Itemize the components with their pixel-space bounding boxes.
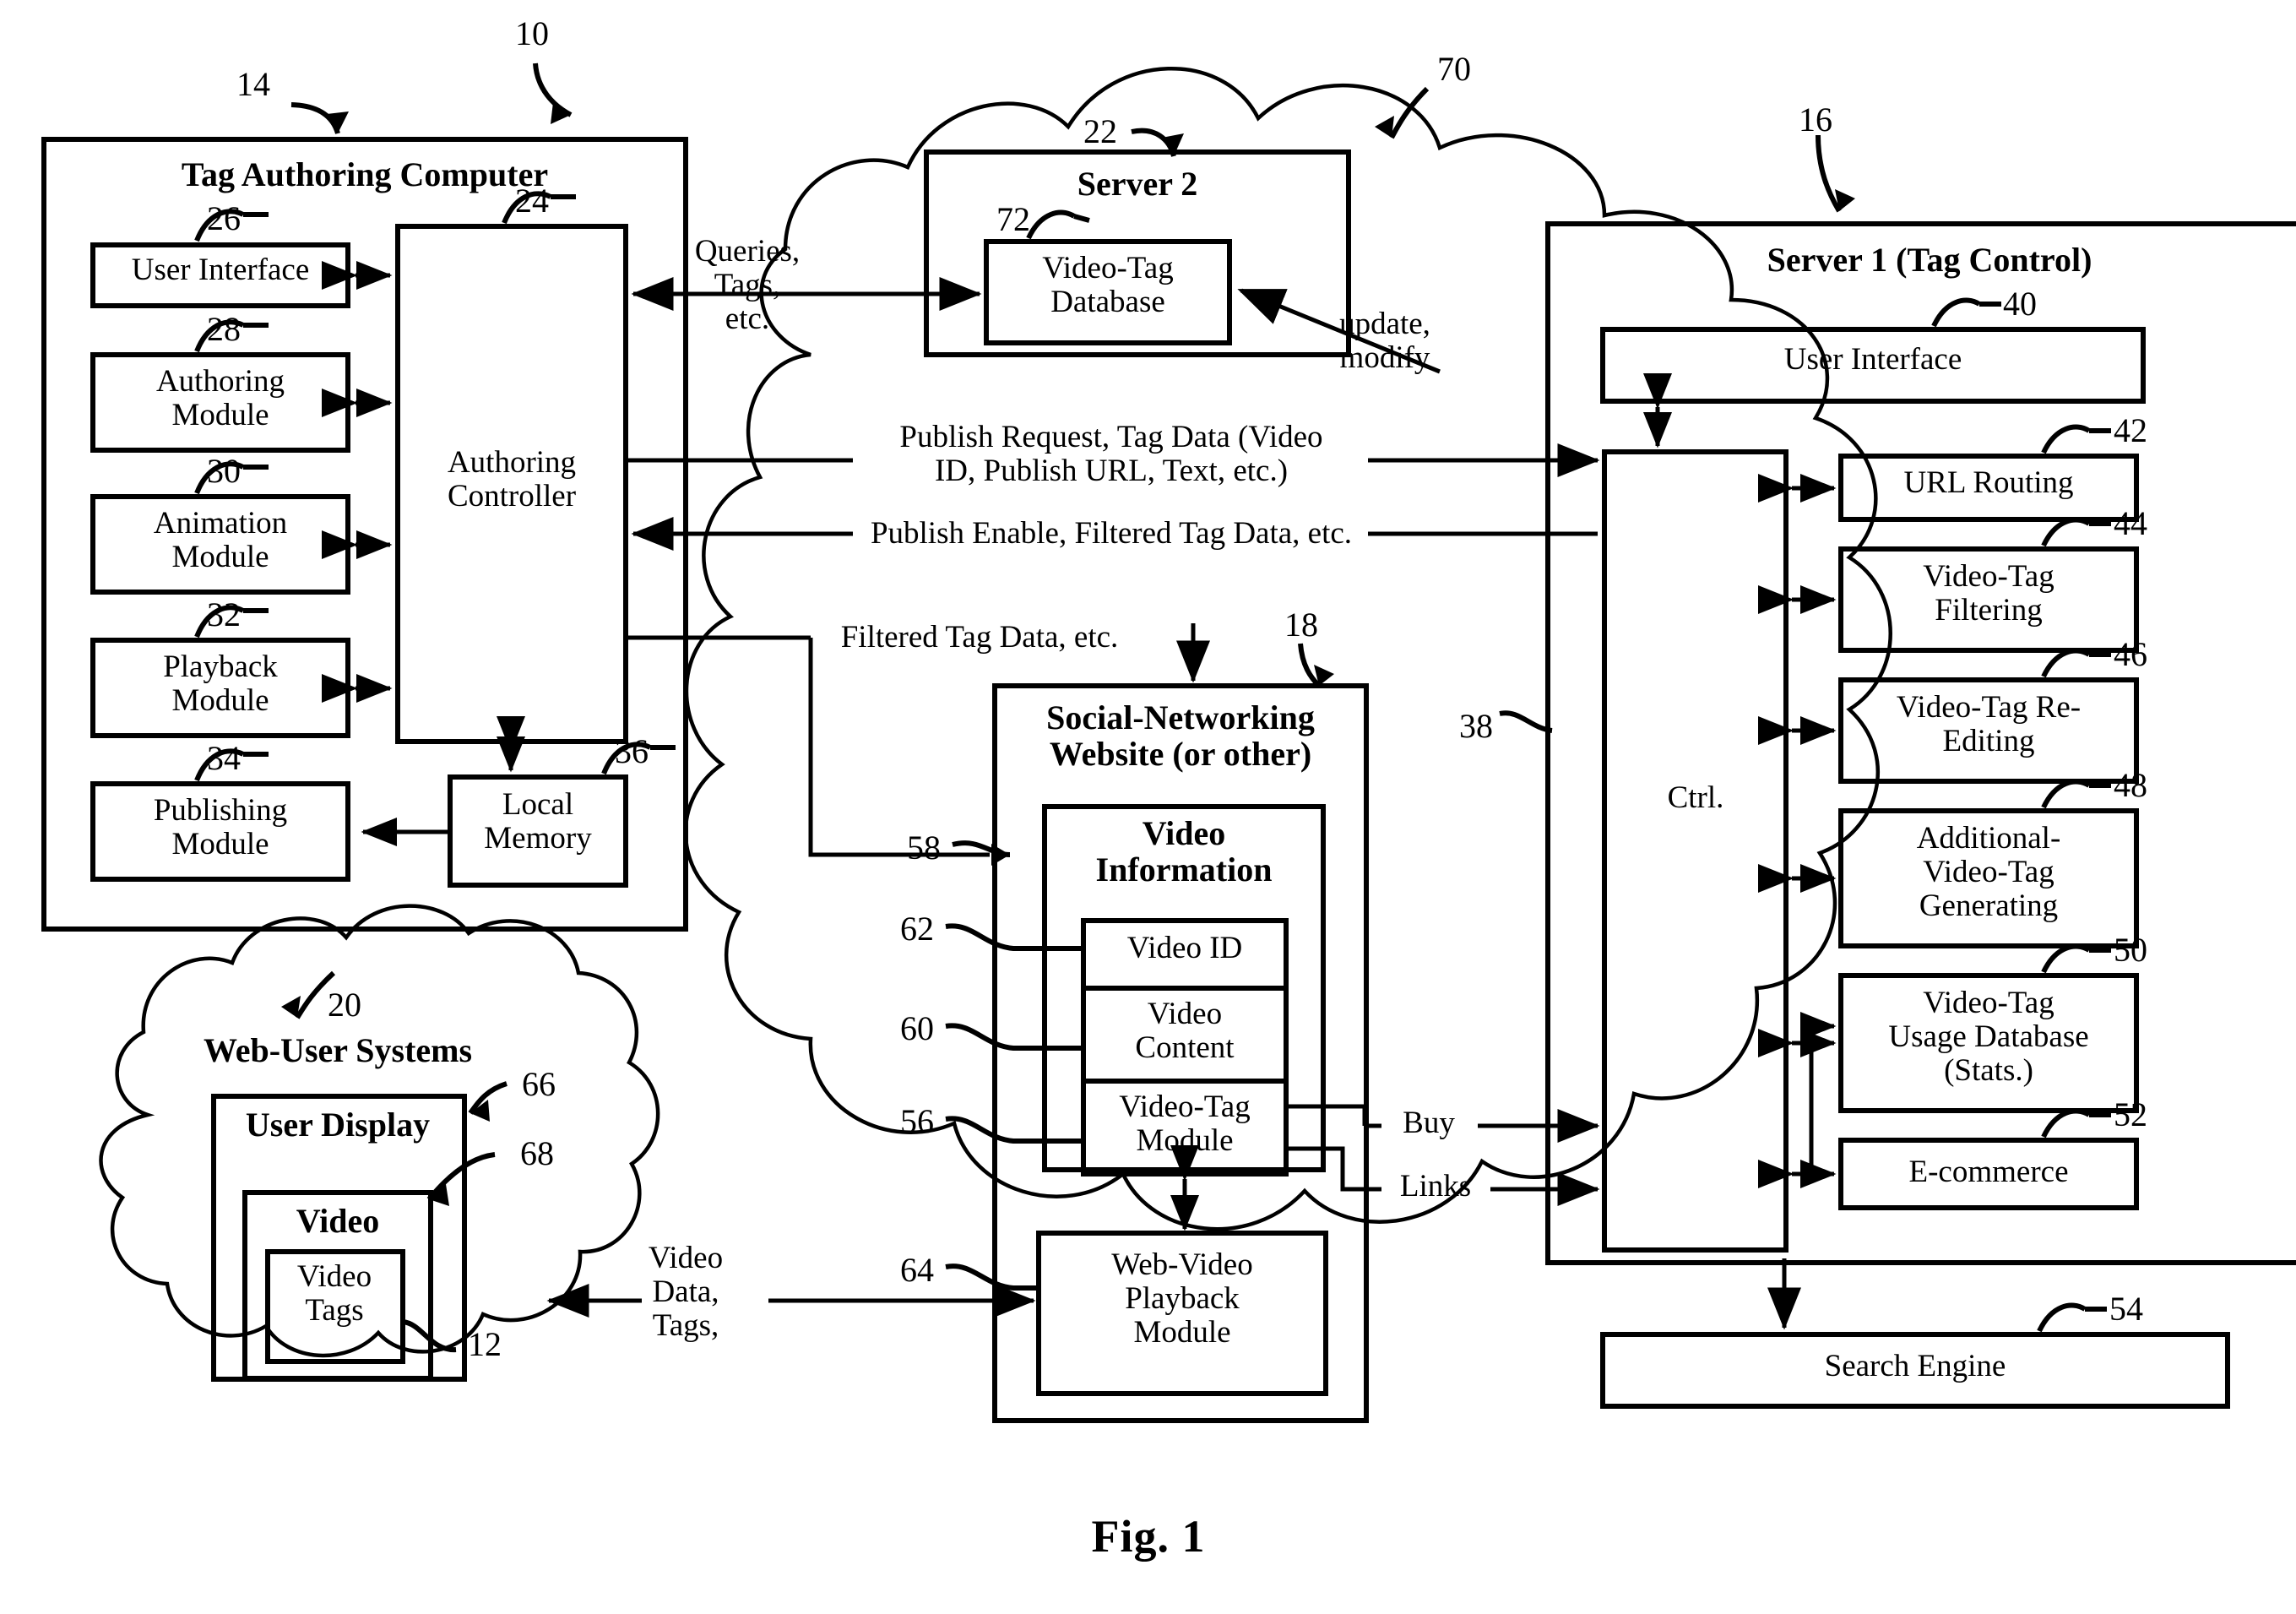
video-id-label: Video ID [1126, 931, 1243, 965]
module-publishing-label: Publishing Module [153, 793, 288, 861]
module-video-tag-filtering-label: Video-Tag Filtering [1923, 559, 2054, 628]
ref-58: 58 [907, 829, 941, 867]
ref-22: 22 [1083, 112, 1117, 150]
patent-figure: 10 14 Tag Authoring Computer 26 User Int… [0, 0, 2296, 1614]
module-video-tag-re-editing-label: Video-Tag Re- Editing [1896, 690, 2082, 758]
ref-46: 46 [2114, 635, 2147, 673]
ref-48: 48 [2114, 766, 2147, 804]
user-display-label: User Display [245, 1106, 431, 1144]
flow-update-modify-label: update, modify [1339, 307, 1430, 375]
search-engine-label: Search Engine [1824, 1349, 2006, 1383]
flow-video-data-tags-label: Video Data, Tags, [648, 1241, 724, 1343]
ref-44: 44 [2114, 504, 2147, 542]
flow-links-label: Links [1399, 1169, 1472, 1204]
ref-14: 14 [236, 65, 270, 103]
ref-18: 18 [1284, 606, 1318, 644]
ref-34: 34 [207, 739, 241, 777]
ref-36: 36 [615, 732, 649, 770]
module-authoring-label: Authoring Module [155, 364, 285, 432]
web-user-systems-title: Web-User Systems [203, 1031, 473, 1069]
ref-28: 28 [207, 310, 241, 348]
ref-52: 52 [2114, 1095, 2147, 1133]
module-ecommerce-label: E-commerce [1908, 1155, 2069, 1189]
ref-32: 32 [207, 595, 241, 633]
ref-72: 72 [996, 200, 1030, 238]
ref-40: 40 [2003, 285, 2037, 323]
flow-buy-label: Buy [1403, 1106, 1455, 1140]
module-animation-label: Animation Module [153, 506, 288, 574]
video-tag-module-label: Video-Tag Module [1119, 1090, 1251, 1158]
ref-24: 24 [515, 182, 549, 220]
module-additional-video-tag-generating-label: Additional- Video-Tag Generating [1916, 821, 2061, 923]
video-label: Video [296, 1202, 380, 1240]
ref-62: 62 [900, 910, 934, 948]
module-playback-label: Playback Module [163, 649, 278, 718]
video-tags-label: Video Tags [296, 1259, 372, 1328]
ref-54: 54 [2109, 1290, 2143, 1328]
ref-68: 68 [520, 1134, 554, 1172]
server2-title: Server 2 [1077, 165, 1198, 203]
flow-queries-label: Queries, Tags, etc. [694, 234, 801, 336]
tag-authoring-computer-title: Tag Authoring Computer [181, 155, 549, 193]
module-video-tag-usage-database-label: Video-Tag Usage Database (Stats.) [1888, 986, 2089, 1088]
ref-38: 38 [1459, 707, 1493, 745]
flow-publish-request-label: Publish Request, Tag Data (Video ID, Pub… [899, 420, 1323, 488]
ref-30: 30 [207, 452, 241, 490]
server1-user-interface-label: User Interface [1783, 342, 1962, 377]
ref-16: 16 [1799, 101, 1832, 139]
video-information-label: Video Information [1095, 814, 1273, 889]
ref-66: 66 [522, 1065, 556, 1103]
ref-50: 50 [2114, 931, 2147, 969]
video-tag-database-label: Video-Tag Database [1042, 251, 1174, 319]
authoring-controller-label: Authoring Controller [447, 445, 577, 514]
figure-caption: Fig. 1 [1091, 1511, 1206, 1562]
local-memory-label: Local Memory [484, 787, 592, 856]
video-content-label: Video Content [1135, 997, 1235, 1065]
ref-42: 42 [2114, 411, 2147, 449]
server1-title: Server 1 (Tag Control) [1767, 241, 2092, 279]
social-site-title: Social-Networking Website (or other) [1046, 698, 1315, 774]
ref-26: 26 [207, 199, 241, 237]
flow-publish-enable-label: Publish Enable, Filtered Tag Data, etc. [870, 516, 1353, 551]
module-url-routing-label: URL Routing [1903, 465, 2074, 500]
ref-20: 20 [328, 986, 361, 1024]
web-video-playback-module-label: Web-Video Playback Module [1111, 1247, 1253, 1350]
ref-12: 12 [468, 1325, 502, 1363]
ref-10: 10 [515, 14, 549, 52]
flow-filtered-tag-data-label: Filtered Tag Data, etc. [840, 620, 1119, 655]
ctrl-label: Ctrl. [1667, 780, 1724, 815]
ref-64: 64 [900, 1251, 934, 1289]
ref-70: 70 [1437, 50, 1471, 88]
module-user-interface-label: User Interface [131, 253, 310, 287]
ref-60: 60 [900, 1009, 934, 1047]
ref-56: 56 [900, 1102, 934, 1140]
